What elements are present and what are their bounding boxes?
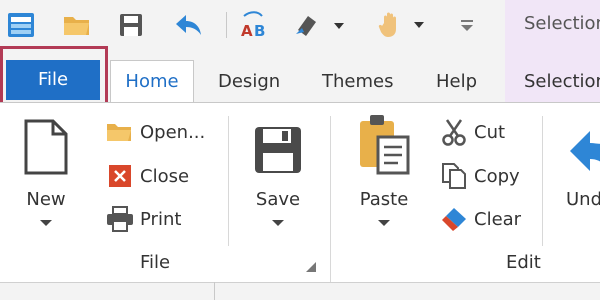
new-button[interactable]: New — [16, 115, 76, 245]
button-separator — [228, 116, 229, 246]
save-button-label: Save — [255, 189, 301, 210]
clear-button[interactable]: Clear — [440, 204, 521, 234]
save-button[interactable]: Save — [246, 115, 310, 245]
paste-button[interactable]: Paste — [352, 115, 416, 245]
chevron-down-icon — [40, 220, 52, 226]
dialog-launcher-icon[interactable] — [306, 262, 316, 272]
tab-themes[interactable]: Themes — [322, 61, 393, 102]
svg-text:A: A — [241, 22, 253, 40]
open-folder-icon[interactable] — [60, 8, 94, 42]
close-button[interactable]: Close — [106, 161, 189, 191]
pane-divider[interactable] — [214, 282, 215, 300]
paste-icon — [360, 115, 410, 175]
cut-button-label: Cut — [474, 121, 506, 143]
chevron-down-icon — [378, 220, 390, 226]
copy-icon — [440, 162, 468, 190]
document-area — [0, 282, 600, 300]
group-separator — [330, 116, 331, 284]
new-button-label: New — [26, 189, 66, 210]
close-icon — [106, 162, 134, 190]
undo-arrow-icon — [570, 131, 600, 171]
app-menu-icon[interactable] — [4, 8, 38, 42]
copy-button-label: Copy — [474, 165, 520, 187]
open-button-label: Open... — [140, 121, 206, 143]
copy-button[interactable]: Copy — [440, 161, 520, 191]
printer-icon — [106, 205, 134, 233]
undo-button[interactable]: Und — [566, 115, 600, 245]
cut-button[interactable]: Cut — [440, 117, 505, 147]
close-button-label: Close — [140, 165, 190, 187]
tab-help[interactable]: Help — [436, 61, 477, 102]
scissors-icon — [440, 118, 468, 146]
context-tab-title: Selection — [524, 13, 600, 34]
toolbar-separator — [226, 12, 227, 38]
font-case-icon[interactable]: A B — [236, 8, 270, 42]
clear-button-label: Clear — [474, 208, 522, 230]
print-button[interactable]: Print — [106, 204, 181, 234]
chevron-down-icon — [272, 220, 284, 226]
tab-selection[interactable]: Selection — [524, 61, 600, 102]
customize-toolbar-icon[interactable] — [450, 8, 484, 42]
group-separator — [542, 116, 543, 246]
open-button[interactable]: Open... — [106, 117, 205, 147]
open-folder-icon — [106, 118, 134, 146]
eraser-icon — [440, 205, 468, 233]
tab-home[interactable]: Home — [110, 60, 194, 103]
group-label-file: File — [140, 252, 171, 273]
print-button-label: Print — [140, 208, 182, 230]
save-icon — [255, 127, 301, 173]
new-document-icon — [24, 119, 68, 175]
undo-button-label: Und — [566, 189, 600, 210]
tab-design[interactable]: Design — [218, 61, 280, 102]
paste-button-label: Paste — [359, 189, 409, 210]
svg-text:B: B — [254, 22, 265, 40]
hand-pan-icon[interactable] — [376, 8, 432, 42]
undo-icon[interactable] — [172, 8, 206, 42]
group-label-edit: Edit — [506, 252, 541, 273]
paint-dropdown-icon[interactable] — [292, 8, 348, 42]
save-icon[interactable] — [114, 8, 148, 42]
